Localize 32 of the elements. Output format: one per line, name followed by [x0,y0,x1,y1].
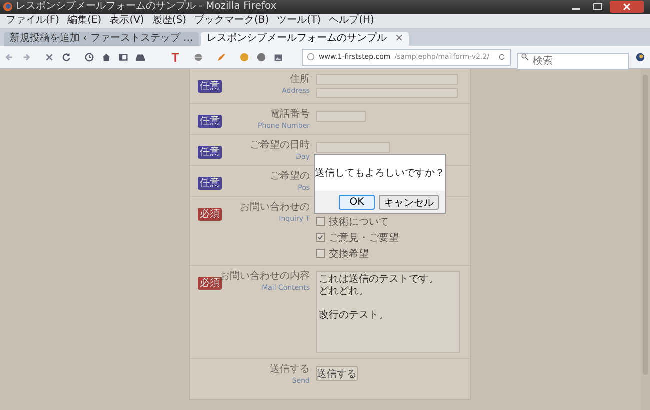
field-badge: 任意 [198,115,222,128]
browser-tab[interactable]: レスポンシブメールフォームのサンプル × [201,32,410,46]
menu-item[interactable]: 履歴(S) [149,14,190,28]
menu-item[interactable]: ヘルプ(H) [326,14,378,28]
menu-item[interactable]: ツール(T) [274,14,324,28]
field-label: お問い合わせの内容 [220,271,310,283]
checkbox-label: ご意見・ご要望 [329,232,399,244]
field-label: 住所 [290,74,310,86]
window-title: レスポンシブメールフォームのサンプル - Mozilla Firefox [16,0,277,14]
browser-tab[interactable]: 新規投稿を追加 ‹ ファーストステップ ... [4,32,200,46]
send-button[interactable]: 送信する [316,366,358,381]
checkbox-label: 交換希望 [329,248,369,260]
menu-item[interactable]: ブックマーク(B) [192,14,272,28]
search-field[interactable]: 検索 [517,52,629,70]
dialog-button[interactable]: キャンセル [379,194,439,210]
checkbox-label: 技術について [329,216,389,228]
dialog-button[interactable]: OK [339,194,375,210]
field-badge: 必須 [198,208,222,221]
field-label: ご希望の日時 [250,140,310,152]
field-badge: 任意 [198,80,222,93]
field-label: 電話番号 [270,109,310,121]
menu-item[interactable]: 表示(V) [106,14,148,28]
field-badge: 任意 [198,177,222,190]
menu-item[interactable]: ファイル(F) [3,14,63,28]
field-label: お問い合わせの [240,202,310,214]
text-area[interactable]: これは送信のテストです。 どれどれ。 改行のテスト。 [316,271,460,353]
menu-item[interactable]: 編集(E) [64,14,105,28]
field-label: 送信する [270,364,310,376]
field-label: ご希望の [270,171,310,183]
field-badge: 任意 [198,146,222,159]
dialog-message: 送信してもよろしいですか？ [315,167,445,180]
field-badge: 必須 [198,277,222,290]
